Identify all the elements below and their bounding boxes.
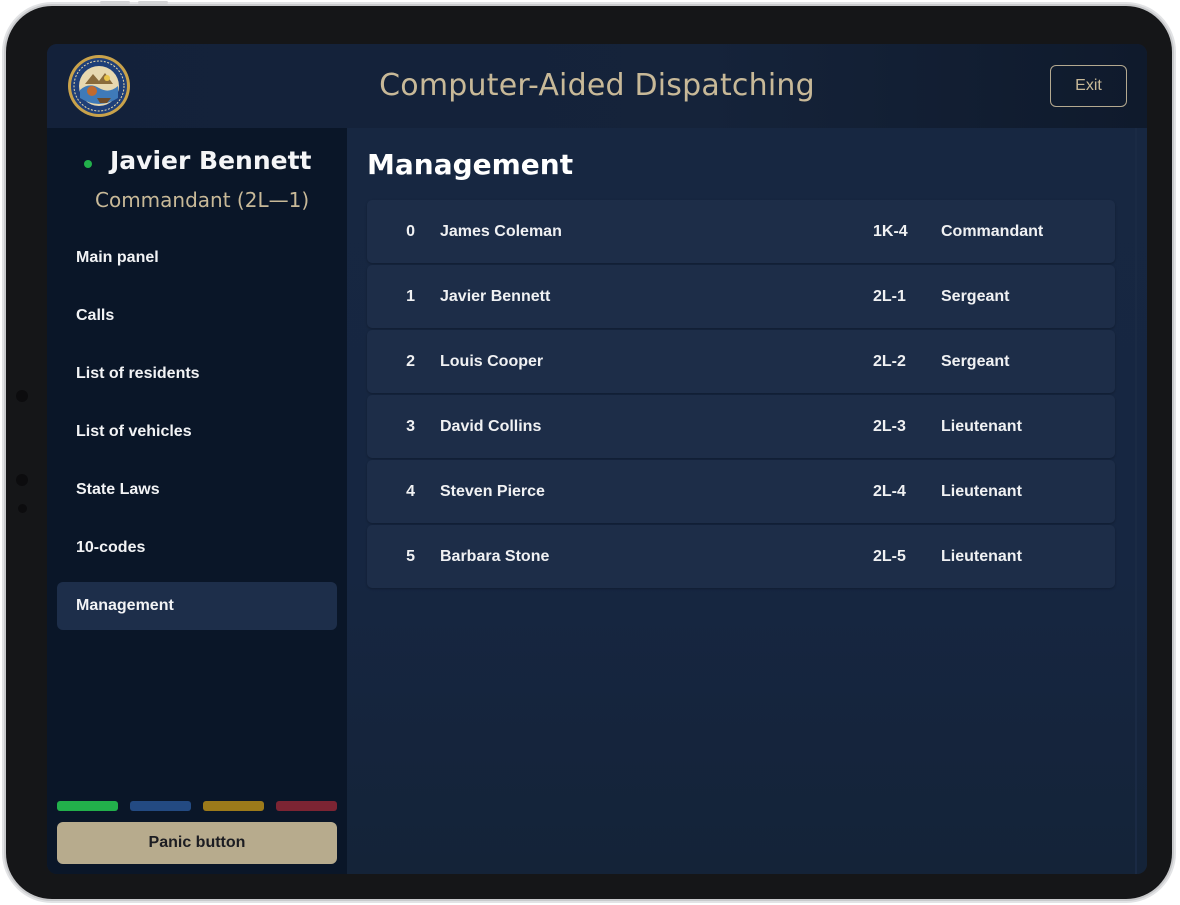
table-row[interactable]: 5 Barbara Stone 2L-5 Lieutenant <box>367 525 1115 588</box>
row-index: 1 <box>406 288 415 305</box>
status-selector <box>57 801 337 811</box>
row-name: Louis Cooper <box>440 353 544 370</box>
status-bar-yellow[interactable] <box>203 801 264 811</box>
row-unit-code: 2L-3 <box>873 418 906 435</box>
row-name: James Coleman <box>440 223 562 240</box>
row-unit-code: 2L-2 <box>873 353 906 370</box>
sidebar-item-vehicles[interactable]: List of vehicles <box>57 408 337 456</box>
exit-button[interactable]: Exit <box>1050 65 1127 107</box>
table-row[interactable]: 0 James Coleman 1K-4 Commandant <box>367 200 1115 263</box>
main-content: Management 0 James Coleman 1K-4 Commanda… <box>347 128 1147 874</box>
row-rank: Commandant <box>941 223 1044 240</box>
row-rank: Lieutenant <box>941 483 1022 500</box>
row-unit-code: 2L-4 <box>873 483 906 500</box>
sidebar-item-calls[interactable]: Calls <box>57 292 337 340</box>
top-hardware-button <box>100 1 130 4</box>
table-row[interactable]: 1 Javier Bennett 2L-1 Sergeant <box>367 265 1115 328</box>
table-row[interactable]: 2 Louis Cooper 2L-2 Sergeant <box>367 330 1115 393</box>
table-row[interactable]: 4 Steven Pierce 2L-4 Lieutenant <box>367 460 1115 523</box>
sidebar-item-main-panel[interactable]: Main panel <box>57 234 337 282</box>
app-screen: Computer-Aided Dispatching Exit Javier B… <box>47 44 1147 874</box>
scrollbar-track[interactable] <box>1135 128 1137 874</box>
sidebar-item-state-laws[interactable]: State Laws <box>57 466 337 514</box>
sidebar-item-10-codes[interactable]: 10-codes <box>57 524 337 572</box>
row-name: Javier Bennett <box>440 288 551 305</box>
row-rank: Lieutenant <box>941 418 1022 435</box>
tablet-frame: Computer-Aided Dispatching Exit Javier B… <box>6 1 1172 899</box>
sidebar: Javier Bennett Commandant (2L—1) Main pa… <box>47 128 347 874</box>
page-title: Management <box>367 148 574 181</box>
app-header: Computer-Aided Dispatching Exit <box>47 44 1147 128</box>
sidebar-nav: Main panel Calls List of residents List … <box>57 234 337 640</box>
side-sensor <box>16 390 28 402</box>
row-index: 2 <box>406 353 415 370</box>
row-unit-code: 2L-1 <box>873 288 906 305</box>
panic-button[interactable]: Panic button <box>57 822 337 864</box>
user-name: Javier Bennett <box>110 146 312 175</box>
table-row[interactable]: 3 David Collins 2L-3 Lieutenant <box>367 395 1115 458</box>
row-name: Barbara Stone <box>440 548 550 565</box>
side-sensor <box>18 504 27 513</box>
status-bar-green[interactable] <box>57 801 118 811</box>
row-index: 3 <box>406 418 415 435</box>
row-rank: Sergeant <box>941 353 1010 370</box>
online-status-icon <box>84 160 92 168</box>
management-table: 0 James Coleman 1K-4 Commandant 1 Javier… <box>367 200 1115 590</box>
row-rank: Sergeant <box>941 288 1010 305</box>
user-rank: Commandant (2L—1) <box>95 188 310 212</box>
row-index: 0 <box>406 223 415 240</box>
row-index: 5 <box>406 548 415 565</box>
row-name: David Collins <box>440 418 542 435</box>
row-index: 4 <box>406 483 415 500</box>
sidebar-item-residents[interactable]: List of residents <box>57 350 337 398</box>
side-sensor <box>16 474 28 486</box>
top-hardware-button <box>138 1 168 4</box>
status-bar-red[interactable] <box>276 801 337 811</box>
row-rank: Lieutenant <box>941 548 1022 565</box>
row-unit-code: 2L-5 <box>873 548 906 565</box>
row-unit-code: 1K-4 <box>873 223 908 240</box>
status-bar-blue[interactable] <box>130 801 191 811</box>
sidebar-item-management[interactable]: Management <box>57 582 337 630</box>
row-name: Steven Pierce <box>440 483 545 500</box>
app-title: Computer-Aided Dispatching <box>379 68 815 103</box>
